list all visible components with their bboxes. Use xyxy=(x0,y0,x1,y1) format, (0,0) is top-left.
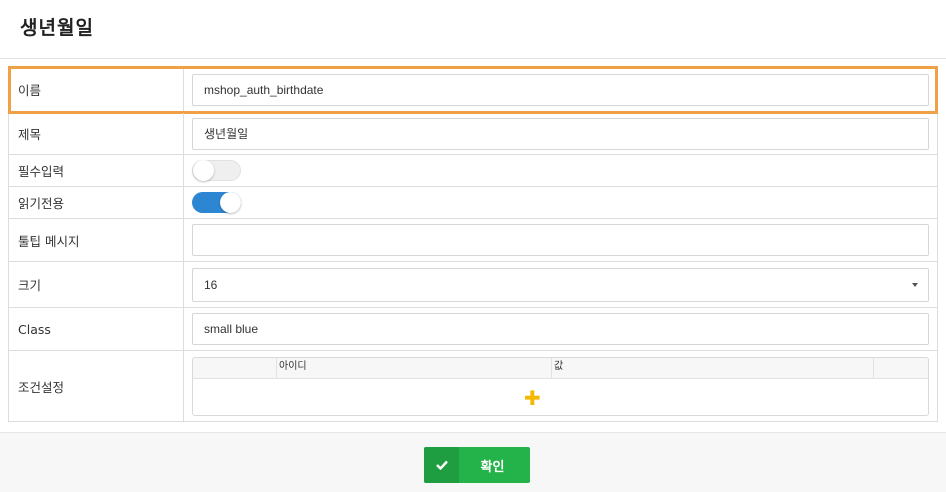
column-header-value: 값 xyxy=(551,357,872,378)
toggle-knob xyxy=(193,160,214,181)
size-value-cell: 16 xyxy=(184,262,937,307)
readonly-value-cell xyxy=(184,187,937,218)
tooltip-label: 툴팁 메시지 xyxy=(9,219,184,261)
row-subject: 제목 생년월일 xyxy=(9,113,937,155)
name-input[interactable]: mshop_auth_birthdate xyxy=(192,73,929,106)
tooltip-input[interactable] xyxy=(192,224,929,256)
row-class: Class small blue xyxy=(9,308,937,351)
confirm-button[interactable]: 확인 xyxy=(424,447,530,483)
field-settings-form: 이름 mshop_auth_birthdate 제목 생년월일 필수입력 읽기전… xyxy=(8,66,938,422)
row-conditions: 조건설정 아이디 값 ✚ xyxy=(9,351,937,422)
conditions-table-header: 아이디 값 xyxy=(193,357,928,379)
dialog-title: 생년월일 xyxy=(20,17,94,39)
column-header-actions xyxy=(873,357,928,378)
dialog-header: 생년월일 xyxy=(0,0,946,59)
subject-label: 제목 xyxy=(9,113,184,154)
name-label: 이름 xyxy=(9,67,184,112)
row-required: 필수입력 xyxy=(9,155,937,187)
subject-input[interactable]: 생년월일 xyxy=(192,117,929,150)
class-value-cell: small blue xyxy=(184,308,937,350)
conditions-table: 아이디 값 ✚ xyxy=(192,356,929,416)
subject-value-cell: 생년월일 xyxy=(184,113,937,154)
row-readonly: 읽기전용 xyxy=(9,187,937,219)
confirm-label: 확인 xyxy=(480,459,505,475)
plus-icon[interactable]: ✚ xyxy=(524,388,541,408)
check-icon xyxy=(424,447,459,483)
required-label: 필수입력 xyxy=(9,155,184,186)
size-selected-value: 16 xyxy=(204,277,218,292)
conditions-value-cell: 아이디 값 ✚ xyxy=(184,351,937,421)
toggle-knob xyxy=(220,192,241,213)
row-tooltip: 툴팁 메시지 xyxy=(9,219,937,262)
required-toggle[interactable] xyxy=(192,160,241,181)
size-label: 크기 xyxy=(9,262,184,307)
readonly-toggle[interactable] xyxy=(192,192,241,213)
conditions-label: 조건설정 xyxy=(9,351,184,421)
size-select[interactable]: 16 xyxy=(192,267,929,302)
tooltip-value-cell xyxy=(184,219,937,261)
name-value-cell: mshop_auth_birthdate xyxy=(184,67,937,112)
class-label: Class xyxy=(9,308,184,350)
dialog-footer: 확인 xyxy=(0,432,946,492)
readonly-label: 읽기전용 xyxy=(9,187,184,218)
caret-down-icon xyxy=(912,282,918,287)
class-input[interactable]: small blue xyxy=(192,313,929,345)
row-size: 크기 16 xyxy=(9,262,937,308)
column-header-id: 아이디 xyxy=(276,357,549,378)
required-value-cell xyxy=(184,155,937,186)
row-name: 이름 mshop_auth_birthdate xyxy=(8,66,938,114)
